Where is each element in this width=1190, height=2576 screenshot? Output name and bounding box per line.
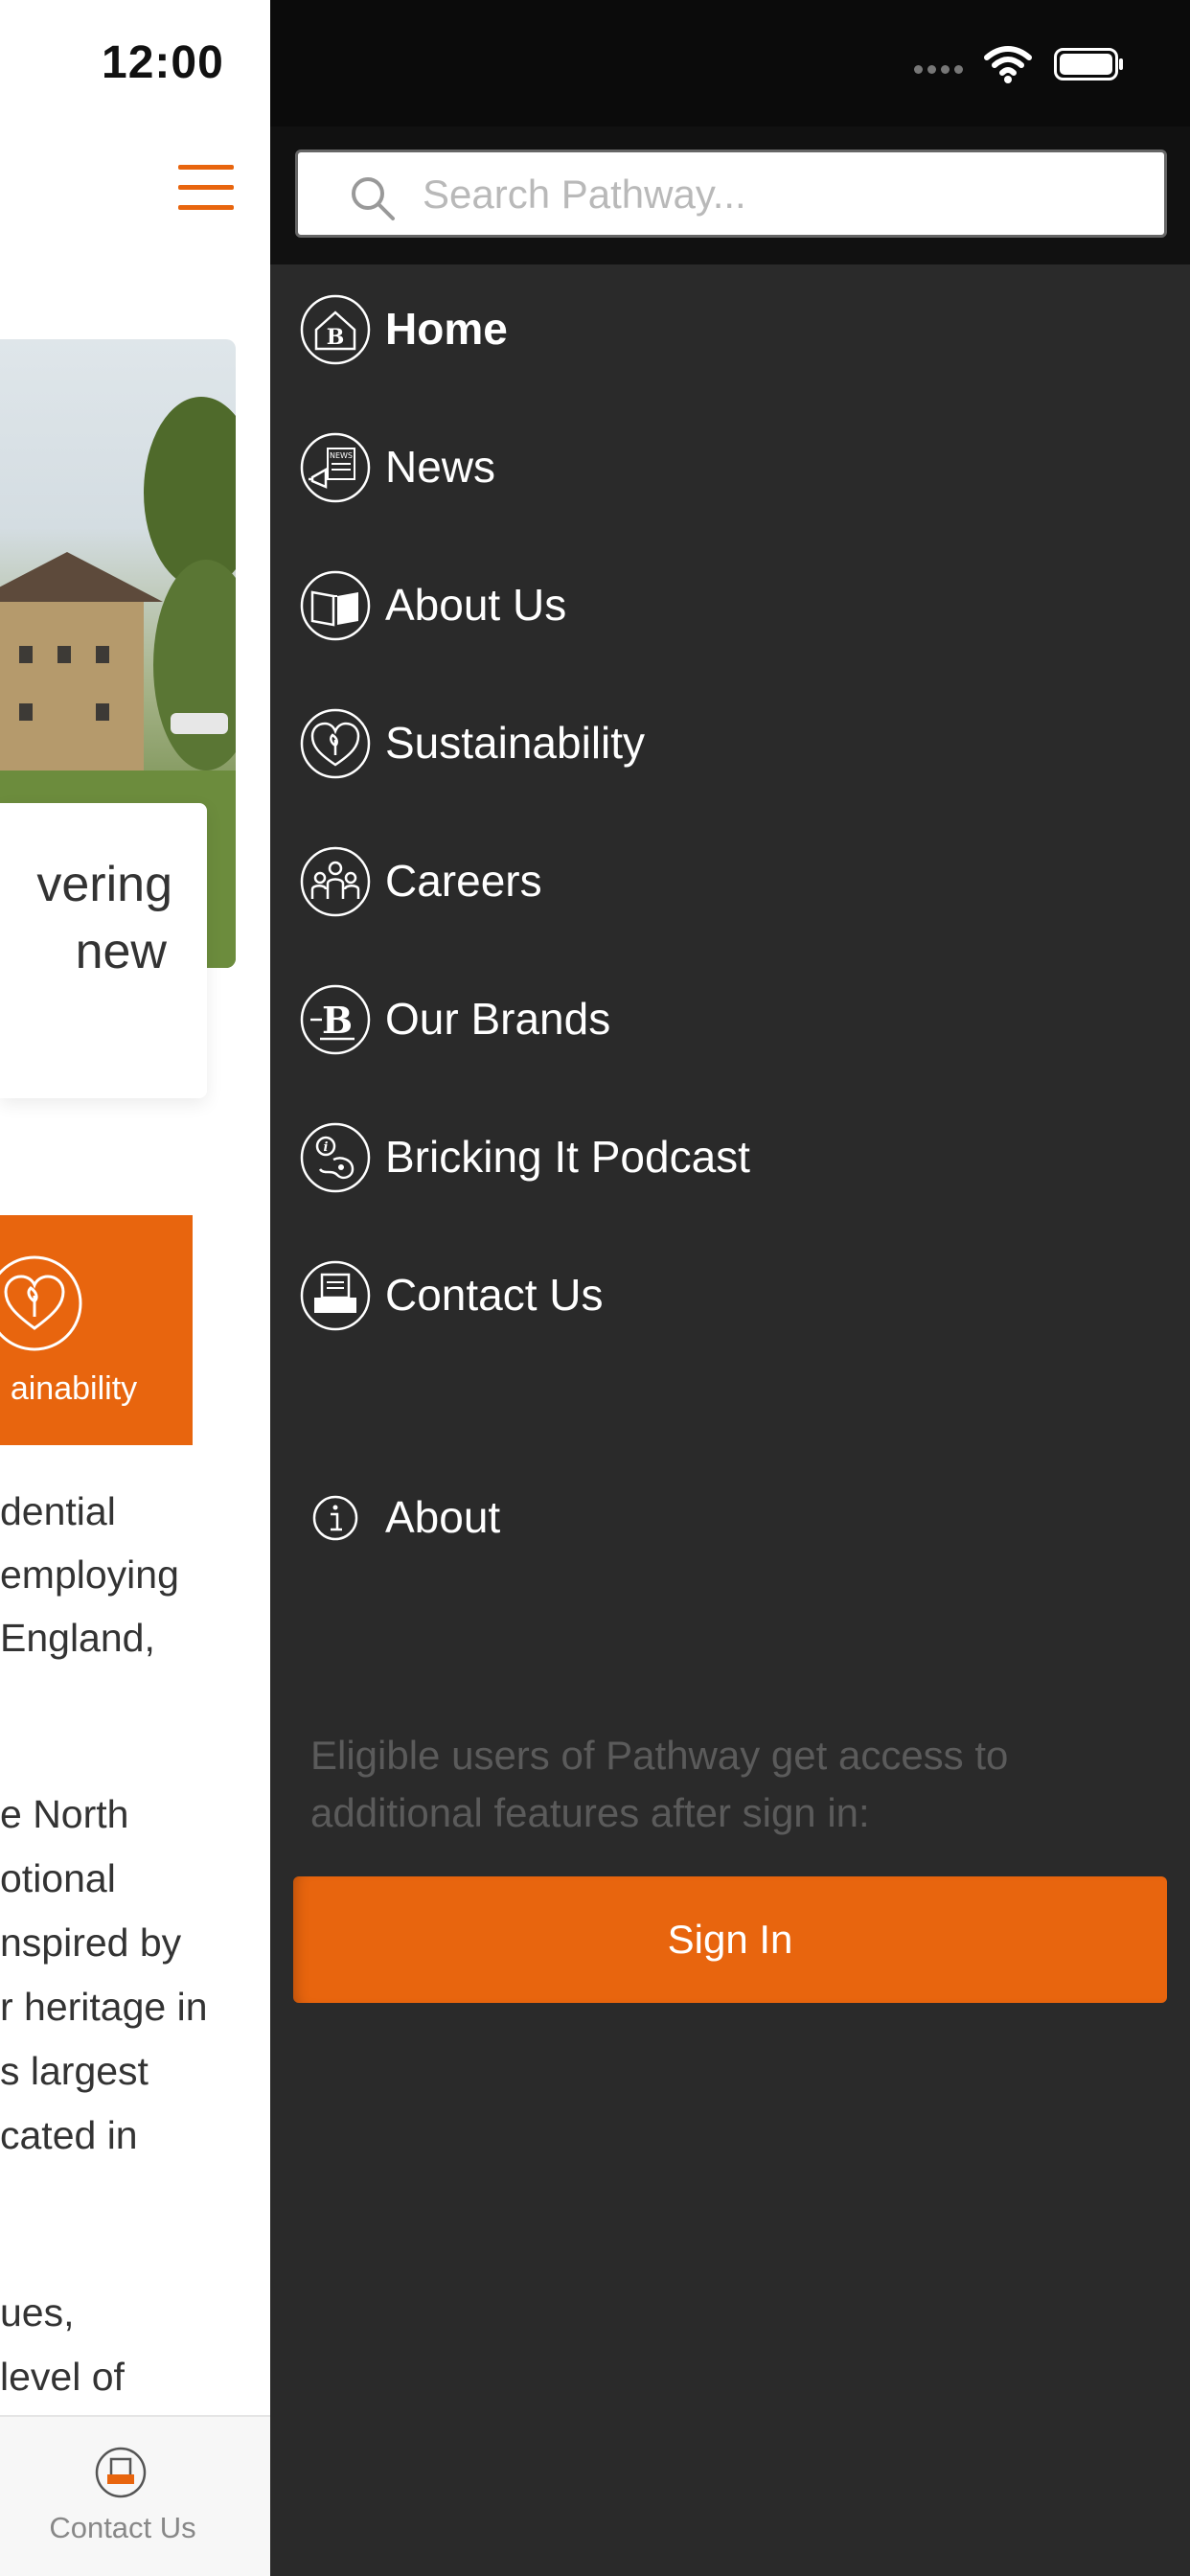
book-icon	[300, 570, 371, 641]
tab-bar: Contact Us	[0, 2415, 270, 2576]
menu-label: News	[385, 442, 496, 492]
background-page: 12:00 vering new ainability dential empl…	[0, 0, 270, 2576]
body-paragraph-2: e North otional nspired by r heritage in…	[0, 1792, 208, 2157]
menu-item-careers[interactable]: Careers	[270, 813, 1190, 951]
about-label: About	[385, 1492, 501, 1542]
menu-item-news[interactable]: NEWS News	[270, 399, 1190, 537]
menu-item-contact-us[interactable]: Contact Us	[270, 1227, 1190, 1365]
menu-label: Bricking It Podcast	[385, 1132, 750, 1182]
menu-item-about[interactable]: About	[270, 1449, 1190, 1587]
status-time: 12:00	[102, 37, 224, 88]
news-icon: NEWS	[300, 432, 371, 503]
tab-contact-us[interactable]: Contact Us	[0, 2511, 245, 2545]
svg-text:i: i	[324, 1140, 329, 1155]
wifi-icon	[984, 46, 1032, 83]
menu-item-about-us[interactable]: About Us	[270, 537, 1190, 675]
hamburger-menu-icon[interactable]	[178, 165, 234, 211]
contact-icon	[95, 2447, 147, 2498]
feature-card[interactable]: vering new	[0, 803, 207, 1098]
menu-item-sustainability[interactable]: Sustainability	[270, 675, 1190, 813]
contact-icon	[300, 1260, 371, 1331]
signal-icon	[914, 65, 963, 74]
card-title: vering new	[36, 857, 172, 979]
body-paragraph-1: dential employing England,	[0, 1489, 179, 1660]
info-icon	[312, 1495, 358, 1541]
svg-text:B: B	[327, 325, 345, 350]
home-brand-icon: B	[300, 294, 371, 365]
menu-item-bricking-it-podcast[interactable]: i Bricking It Podcast	[270, 1089, 1190, 1227]
people-icon	[300, 846, 371, 917]
menu-item-our-brands[interactable]: B Our Brands	[270, 951, 1190, 1089]
menu-label: Careers	[385, 856, 542, 906]
sign-in-button[interactable]: Sign In	[293, 1876, 1167, 2003]
menu-label: About Us	[385, 580, 567, 630]
search-icon	[352, 177, 395, 220]
sustainability-tile[interactable]: ainability	[0, 1215, 193, 1445]
menu-label: Home	[385, 304, 508, 354]
search-bar	[270, 126, 1190, 264]
body-paragraph-3: ues, level of	[0, 2290, 125, 2399]
svg-text:NEWS: NEWS	[330, 451, 353, 460]
svg-text:B: B	[322, 999, 353, 1042]
side-drawer: B Home NEWS News About Us	[270, 0, 1190, 2576]
brand-b-icon: B	[300, 984, 371, 1055]
menu-item-home[interactable]: B Home	[270, 261, 1190, 399]
podcast-icon: i	[300, 1122, 371, 1193]
menu-label: Contact Us	[385, 1270, 604, 1320]
tile-label: ainability	[10, 1370, 138, 1407]
signin-info-text: Eligible users of Pathway get access to …	[310, 1733, 1009, 1835]
battery-icon	[1054, 48, 1123, 80]
search-input[interactable]	[423, 158, 1132, 231]
heart-leaf-icon	[300, 708, 371, 779]
heart-leaf-icon	[0, 1255, 82, 1351]
status-bar	[270, 0, 1190, 126]
search-field[interactable]	[295, 150, 1167, 238]
menu-label: Our Brands	[385, 994, 611, 1044]
menu-label: Sustainability	[385, 718, 646, 768]
